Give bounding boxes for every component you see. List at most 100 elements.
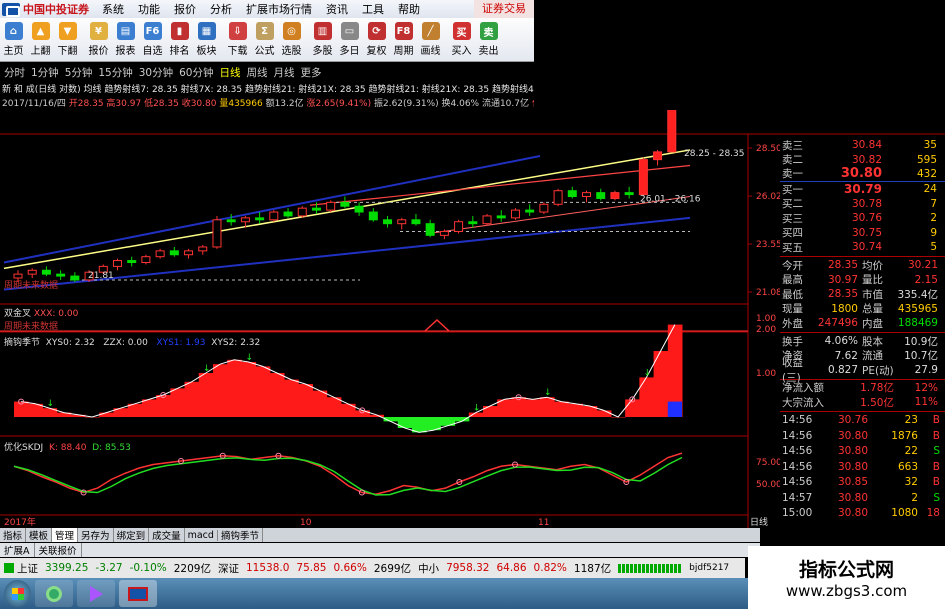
period-tab-6[interactable]: 日线 — [220, 65, 241, 80]
indicator-tab-4[interactable]: 绑定到 — [114, 528, 150, 542]
period-tab-2[interactable]: 5分钟 — [65, 65, 93, 80]
start-button[interactable] — [4, 580, 31, 607]
adjust-icon: ⟳ — [367, 22, 386, 40]
channel-upper-line — [3, 155, 541, 264]
bid-volume: 5 — [930, 241, 937, 254]
bid-label: 买二 — [782, 198, 803, 211]
flow-row[interactable]: 大宗流入 1.50亿 11% — [780, 395, 945, 410]
toolbar-button-1[interactable]: ▲ 上翻 — [27, 18, 54, 61]
flow-row[interactable]: 净流入额 1.78亿 12% — [780, 381, 945, 396]
toolbar-button-7[interactable]: ▦ 板块 — [193, 18, 220, 61]
menu-item-4[interactable]: 扩展市场行情 — [239, 1, 319, 17]
logo-text: 中国中投证券 — [23, 3, 89, 16]
menu-item-1[interactable]: 功能 — [131, 1, 167, 17]
period-tab-7[interactable]: 周线 — [247, 65, 268, 80]
menu-item-6[interactable]: 工具 — [355, 1, 391, 17]
draw-line-icon: ╱ — [421, 22, 440, 40]
taskbar-browser-button[interactable] — [35, 580, 73, 607]
period-tab-3[interactable]: 15分钟 — [98, 65, 132, 80]
bid-row[interactable]: 买五 30.74 5 — [780, 240, 945, 255]
indicator-tab-0[interactable]: 指标 — [0, 528, 27, 542]
sub-tab-0[interactable]: 扩展A — [0, 543, 35, 557]
indicator-tab-5[interactable]: 成交量 — [149, 528, 185, 542]
ask-row[interactable]: 卖一 30.80 432 — [780, 166, 945, 182]
tick-time: 14:56 — [782, 414, 813, 427]
toolbar-button-17[interactable]: 卖卖出 — [475, 18, 502, 61]
period-tab-4[interactable]: 30分钟 — [139, 65, 173, 80]
histogram-bar — [525, 399, 541, 417]
stock-pick-icon: ◎ — [282, 22, 301, 40]
buy-arrow-icon: ↓ — [643, 368, 651, 378]
histogram-bar — [227, 359, 242, 417]
date-axis-tick: 2017年 — [4, 516, 36, 528]
period-indicator: 日线 — [750, 516, 768, 528]
menu-item-5[interactable]: 资讯 — [319, 1, 355, 17]
indicator-tab-6[interactable]: macd — [185, 529, 218, 541]
bid-price: 30.74 — [851, 241, 882, 254]
toolbar-button-14[interactable]: F8 周期 — [390, 18, 417, 61]
flow-pct: 12% — [914, 381, 938, 394]
panel3-axis-tick: 50.00 — [756, 480, 782, 490]
bar-info-segment: 流通10.7亿 — [481, 99, 532, 109]
period-tab-5[interactable]: 60分钟 — [179, 65, 213, 80]
candle-body — [383, 219, 393, 225]
toolbar-button-6[interactable]: ▮ 排名 — [166, 18, 193, 61]
bid-row[interactable]: 买三 30.76 2 — [780, 211, 945, 226]
toolbar-button-4[interactable]: ▤ 报表 — [112, 18, 139, 61]
stat-row: 今开 28.35 均价 30.21 — [780, 258, 945, 273]
sector-icon: ▦ — [197, 22, 216, 40]
bid-row[interactable]: 买二 30.78 7 — [780, 196, 945, 211]
toolbar-button-11[interactable]: ▥ 多股 — [309, 18, 336, 61]
taskbar-stock-app-button[interactable] — [119, 580, 157, 607]
sh-label[interactable]: 上证 — [17, 561, 38, 576]
bid-row[interactable]: 买一 30.79 24 — [780, 182, 945, 197]
ask-row[interactable]: 卖三 30.84 35 — [780, 138, 945, 153]
toolbar-button-9[interactable]: Σ 公式 — [251, 18, 278, 61]
menu-item-7[interactable]: 帮助 — [391, 1, 427, 17]
menu-item-0[interactable]: 系统 — [95, 1, 131, 17]
toolbar-button-2[interactable]: ▼ 下翻 — [54, 18, 81, 61]
toolbar-button-15[interactable]: ╱ 画线 — [417, 18, 444, 61]
histogram-bar — [141, 399, 157, 417]
toolbar-button-10[interactable]: ◎ 选股 — [278, 18, 305, 61]
period-tab-8[interactable]: 月线 — [274, 65, 295, 80]
period-tab-0[interactable]: 分时 — [4, 65, 25, 80]
candle-body — [56, 273, 66, 277]
sz-label[interactable]: 深证 — [218, 561, 239, 576]
toolbar-button-3[interactable]: ¥ 报价 — [85, 18, 112, 61]
ask-row[interactable]: 卖二 30.82 595 — [780, 153, 945, 168]
indicator-tab-7[interactable]: 摘钩季节 — [218, 528, 263, 542]
taskbar-media-button[interactable] — [77, 580, 115, 607]
indicator-tab-2[interactable]: 管理 — [52, 528, 79, 542]
toolbar-button-label: 上翻 — [30, 46, 51, 57]
candle-body — [638, 159, 648, 196]
panel3-header: 优化SKDJ K: 88.40 D: 85.53 — [4, 440, 131, 453]
trade-link[interactable]: 证券交易 — [474, 0, 534, 18]
toolbar-button-label: 下翻 — [57, 46, 78, 57]
menu-item-2[interactable]: 报价 — [167, 1, 203, 17]
toolbar-button-13[interactable]: ⟳ 复权 — [363, 18, 390, 61]
toolbar-button-16[interactable]: 买买入 — [448, 18, 475, 61]
signal-marker — [424, 318, 450, 332]
stat-value: 335.4亿 — [897, 288, 938, 301]
toolbar-button-5[interactable]: F6 自选 — [139, 18, 166, 61]
menu-item-3[interactable]: 分析 — [203, 1, 239, 17]
candle-body — [368, 211, 378, 221]
candle-body — [354, 205, 364, 213]
tick-row: 15:00 30.80 1080 18 — [780, 506, 945, 522]
toolbar-button-12[interactable]: ▭ 多日 — [336, 18, 363, 61]
toolbar-button-0[interactable]: ⌂ 主页 — [0, 18, 27, 61]
candle-body — [297, 207, 307, 217]
histogram-bar — [156, 395, 171, 417]
bid-row[interactable]: 买四 30.75 9 — [780, 226, 945, 241]
indicator-tab-1[interactable]: 模板 — [26, 528, 53, 542]
candle-body — [454, 221, 464, 232]
indicator-tab-3[interactable]: 另存为 — [78, 528, 114, 542]
sub-tab-1[interactable]: 关联报价 — [35, 543, 82, 557]
tick-row: 14:56 30.85 32 B — [780, 475, 945, 491]
toolbar-button-8[interactable]: ⇩ 下载 — [224, 18, 251, 61]
period-tab-9[interactable]: 更多 — [301, 65, 322, 80]
tick-side: B — [932, 429, 940, 442]
period-tab-1[interactable]: 1分钟 — [31, 65, 59, 80]
zx-label[interactable]: 中小 — [418, 561, 439, 576]
